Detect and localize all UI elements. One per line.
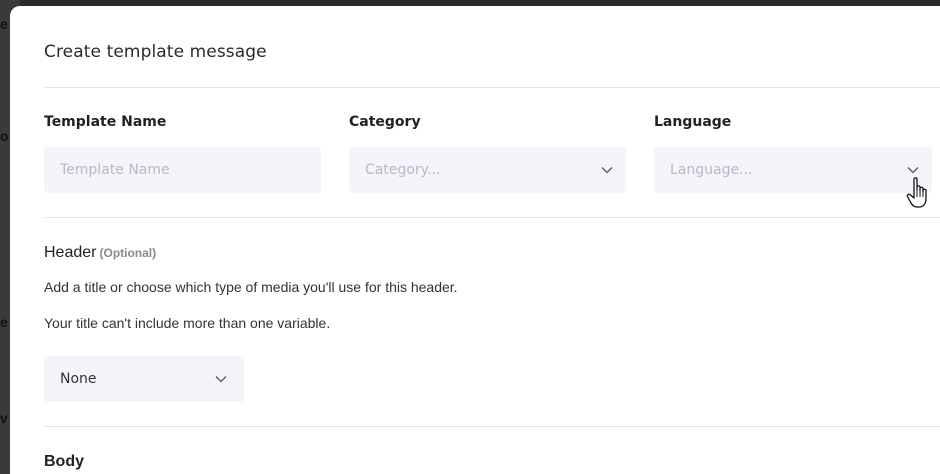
background-text-fragment: e: [0, 16, 8, 32]
modal-title: Create template message: [44, 42, 267, 62]
language-placeholder: Language...: [670, 162, 753, 178]
header-type-select[interactable]: None: [44, 356, 244, 402]
language-select[interactable]: Language...: [654, 147, 932, 193]
header-divider: [44, 426, 940, 427]
header-type-value: None: [60, 371, 97, 387]
category-select[interactable]: Category...: [349, 147, 626, 193]
hand-pointer-icon: [906, 176, 932, 210]
body-section-title: Body: [44, 453, 84, 470]
template-name-input[interactable]: [60, 162, 309, 178]
chevron-down-icon: [214, 372, 228, 386]
background-text-fragment: v: [0, 410, 8, 426]
optional-tag: (Optional): [99, 246, 157, 260]
category-placeholder: Category...: [365, 162, 441, 178]
header-section-title: Header (Optional): [44, 244, 156, 262]
category-label: Category: [349, 114, 421, 130]
template-name-label: Template Name: [44, 114, 167, 130]
create-template-modal: Create template message Template Name Ca…: [10, 6, 940, 474]
fields-divider: [44, 217, 940, 218]
template-name-field-container: [44, 147, 321, 193]
background-text-fragment: e: [0, 314, 8, 330]
background-text-fragment: o: [0, 128, 9, 144]
chevron-down-icon: [600, 163, 614, 177]
chevron-down-icon: [906, 163, 920, 177]
header-description: Add a title or choose which type of medi…: [44, 279, 458, 295]
header-title: Header: [44, 244, 97, 261]
language-label: Language: [654, 114, 732, 130]
header-variable-note: Your title can't include more than one v…: [44, 315, 331, 331]
title-divider: [44, 87, 940, 88]
